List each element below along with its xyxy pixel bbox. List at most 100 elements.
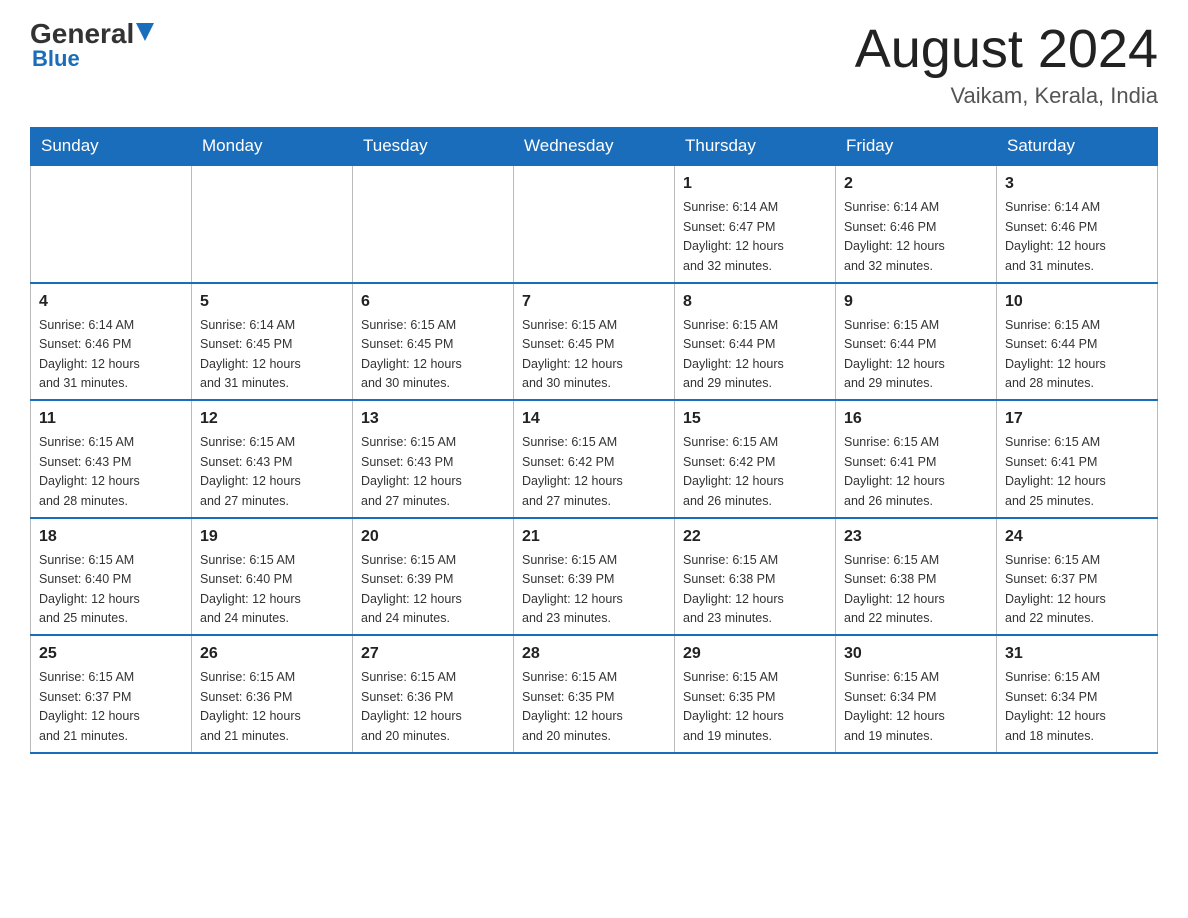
day-number: 29	[683, 642, 827, 666]
day-info: Sunrise: 6:15 AM Sunset: 6:37 PM Dayligh…	[1005, 551, 1149, 629]
day-info: Sunrise: 6:15 AM Sunset: 6:42 PM Dayligh…	[522, 433, 666, 511]
calendar-cell: 28Sunrise: 6:15 AM Sunset: 6:35 PM Dayli…	[514, 635, 675, 753]
calendar-cell: 25Sunrise: 6:15 AM Sunset: 6:37 PM Dayli…	[31, 635, 192, 753]
calendar-cell: 16Sunrise: 6:15 AM Sunset: 6:41 PM Dayli…	[836, 400, 997, 518]
day-info: Sunrise: 6:15 AM Sunset: 6:41 PM Dayligh…	[1005, 433, 1149, 511]
day-number: 3	[1005, 172, 1149, 196]
day-info: Sunrise: 6:15 AM Sunset: 6:36 PM Dayligh…	[361, 668, 505, 746]
calendar-table: SundayMondayTuesdayWednesdayThursdayFrid…	[30, 127, 1158, 754]
day-info: Sunrise: 6:15 AM Sunset: 6:43 PM Dayligh…	[200, 433, 344, 511]
logo-triangle-icon	[136, 23, 154, 45]
page-header: General Blue August 2024 Vaikam, Kerala,…	[30, 20, 1158, 109]
location-title: Vaikam, Kerala, India	[855, 83, 1158, 109]
day-info: Sunrise: 6:15 AM Sunset: 6:34 PM Dayligh…	[844, 668, 988, 746]
calendar-cell: 23Sunrise: 6:15 AM Sunset: 6:38 PM Dayli…	[836, 518, 997, 636]
day-info: Sunrise: 6:14 AM Sunset: 6:46 PM Dayligh…	[1005, 198, 1149, 276]
day-info: Sunrise: 6:15 AM Sunset: 6:36 PM Dayligh…	[200, 668, 344, 746]
day-number: 19	[200, 525, 344, 549]
calendar-cell: 13Sunrise: 6:15 AM Sunset: 6:43 PM Dayli…	[353, 400, 514, 518]
day-info: Sunrise: 6:15 AM Sunset: 6:35 PM Dayligh…	[522, 668, 666, 746]
day-number: 2	[844, 172, 988, 196]
calendar-cell: 26Sunrise: 6:15 AM Sunset: 6:36 PM Dayli…	[192, 635, 353, 753]
day-info: Sunrise: 6:15 AM Sunset: 6:39 PM Dayligh…	[361, 551, 505, 629]
calendar-cell: 19Sunrise: 6:15 AM Sunset: 6:40 PM Dayli…	[192, 518, 353, 636]
day-number: 11	[39, 407, 183, 431]
day-number: 9	[844, 290, 988, 314]
day-info: Sunrise: 6:15 AM Sunset: 6:44 PM Dayligh…	[844, 316, 988, 394]
day-number: 5	[200, 290, 344, 314]
day-info: Sunrise: 6:14 AM Sunset: 6:46 PM Dayligh…	[844, 198, 988, 276]
day-info: Sunrise: 6:15 AM Sunset: 6:44 PM Dayligh…	[683, 316, 827, 394]
calendar-cell: 1Sunrise: 6:14 AM Sunset: 6:47 PM Daylig…	[675, 165, 836, 283]
calendar-cell: 15Sunrise: 6:15 AM Sunset: 6:42 PM Dayli…	[675, 400, 836, 518]
day-number: 1	[683, 172, 827, 196]
day-number: 10	[1005, 290, 1149, 314]
day-info: Sunrise: 6:15 AM Sunset: 6:37 PM Dayligh…	[39, 668, 183, 746]
day-number: 16	[844, 407, 988, 431]
calendar-cell: 27Sunrise: 6:15 AM Sunset: 6:36 PM Dayli…	[353, 635, 514, 753]
calendar-week-row: 11 Sunrise: 6:15 AM Sunset: 6:43 PM Dayli…	[31, 400, 1158, 518]
calendar-cell: 12Sunrise: 6:15 AM Sunset: 6:43 PM Dayli…	[192, 400, 353, 518]
calendar-cell: 18Sunrise: 6:15 AM Sunset: 6:40 PM Dayli…	[31, 518, 192, 636]
title-area: August 2024 Vaikam, Kerala, India	[855, 20, 1158, 109]
calendar-week-row: 25Sunrise: 6:15 AM Sunset: 6:37 PM Dayli…	[31, 635, 1158, 753]
day-number: 8	[683, 290, 827, 314]
day-info: Sunrise: 6:14 AM Sunset: 6:46 PM Dayligh…	[39, 316, 183, 394]
day-info: Sunrise: 6:15 AM Sunset: 6:42 PM Dayligh…	[683, 433, 827, 511]
day-info: Sunrise: 6:15 AM Sunset: 6:38 PM Dayligh…	[844, 551, 988, 629]
day-number: 21	[522, 525, 666, 549]
day-info: Sunrise: 6:14 AM Sunset: 6:45 PM Dayligh…	[200, 316, 344, 394]
day-number: 23	[844, 525, 988, 549]
month-title: August 2024	[855, 20, 1158, 79]
calendar-cell: 11Sunrise: 6:15 AM Sunset: 6:43 PM Dayli…	[31, 400, 192, 518]
day-number: 13	[361, 407, 505, 431]
calendar-cell: 3Sunrise: 6:14 AM Sunset: 6:46 PM Daylig…	[997, 165, 1158, 283]
calendar-cell: 5Sunrise: 6:14 AM Sunset: 6:45 PM Daylig…	[192, 283, 353, 401]
day-info: Sunrise: 6:15 AM Sunset: 6:40 PM Dayligh…	[39, 551, 183, 629]
calendar-cell: 9Sunrise: 6:15 AM Sunset: 6:44 PM Daylig…	[836, 283, 997, 401]
calendar-cell: 22Sunrise: 6:15 AM Sunset: 6:38 PM Dayli…	[675, 518, 836, 636]
logo: General Blue	[30, 20, 156, 72]
calendar-cell: 10Sunrise: 6:15 AM Sunset: 6:44 PM Dayli…	[997, 283, 1158, 401]
day-info: Sunrise: 6:14 AM Sunset: 6:47 PM Dayligh…	[683, 198, 827, 276]
calendar-cell: 20Sunrise: 6:15 AM Sunset: 6:39 PM Dayli…	[353, 518, 514, 636]
weekday-header-row: SundayMondayTuesdayWednesdayThursdayFrid…	[31, 128, 1158, 166]
weekday-header-wednesday: Wednesday	[514, 128, 675, 166]
day-info: Sunrise: 6:15 AM Sunset: 6:44 PM Dayligh…	[1005, 316, 1149, 394]
calendar-week-row: 4Sunrise: 6:14 AM Sunset: 6:46 PM Daylig…	[31, 283, 1158, 401]
weekday-header-saturday: Saturday	[997, 128, 1158, 166]
day-number: 31	[1005, 642, 1149, 666]
calendar-cell	[192, 165, 353, 283]
day-number: 7	[522, 290, 666, 314]
calendar-cell: 6Sunrise: 6:15 AM Sunset: 6:45 PM Daylig…	[353, 283, 514, 401]
logo-blue-text: Blue	[30, 46, 80, 72]
calendar-cell: 17Sunrise: 6:15 AM Sunset: 6:41 PM Dayli…	[997, 400, 1158, 518]
calendar-cell: 30Sunrise: 6:15 AM Sunset: 6:34 PM Dayli…	[836, 635, 997, 753]
day-number: 14	[522, 407, 666, 431]
day-info: Sunrise: 6:15 AM Sunset: 6:38 PM Dayligh…	[683, 551, 827, 629]
calendar-cell: 24Sunrise: 6:15 AM Sunset: 6:37 PM Dayli…	[997, 518, 1158, 636]
day-number: 30	[844, 642, 988, 666]
day-number: 12	[200, 407, 344, 431]
day-number: 26	[200, 642, 344, 666]
calendar-cell	[353, 165, 514, 283]
day-number: 28	[522, 642, 666, 666]
day-info: Sunrise: 6:15 AM Sunset: 6:45 PM Dayligh…	[522, 316, 666, 394]
calendar-cell	[31, 165, 192, 283]
calendar-cell: 8Sunrise: 6:15 AM Sunset: 6:44 PM Daylig…	[675, 283, 836, 401]
day-info: Sunrise: 6:15 AM Sunset: 6:43 PM Dayligh…	[361, 433, 505, 511]
weekday-header-friday: Friday	[836, 128, 997, 166]
day-number: 25	[39, 642, 183, 666]
calendar-cell: 14Sunrise: 6:15 AM Sunset: 6:42 PM Dayli…	[514, 400, 675, 518]
weekday-header-thursday: Thursday	[675, 128, 836, 166]
day-number: 6	[361, 290, 505, 314]
day-info: Sunrise: 6:15 AM Sunset: 6:45 PM Dayligh…	[361, 316, 505, 394]
calendar-cell: 31Sunrise: 6:15 AM Sunset: 6:34 PM Dayli…	[997, 635, 1158, 753]
calendar-cell: 21Sunrise: 6:15 AM Sunset: 6:39 PM Dayli…	[514, 518, 675, 636]
day-info: Sunrise: 6:15 AM Sunset: 6:40 PM Dayligh…	[200, 551, 344, 629]
day-info: Sunrise: 6:15 AM Sunset: 6:39 PM Dayligh…	[522, 551, 666, 629]
calendar-cell: 2Sunrise: 6:14 AM Sunset: 6:46 PM Daylig…	[836, 165, 997, 283]
calendar-week-row: 1Sunrise: 6:14 AM Sunset: 6:47 PM Daylig…	[31, 165, 1158, 283]
day-number: 22	[683, 525, 827, 549]
day-info: Sunrise: 6:15 AM Sunset: 6:35 PM Dayligh…	[683, 668, 827, 746]
